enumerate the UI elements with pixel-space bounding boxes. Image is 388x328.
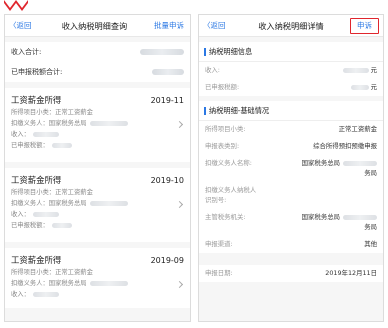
record-item-line: 所得项目小类：正常工资薪金: [11, 269, 93, 276]
redacted-value: [32, 131, 59, 137]
redacted-value: [89, 200, 128, 206]
field-label: 扣缴义务人纳税人识别号:: [205, 186, 257, 204]
income-record-card[interactable]: 工资薪金所得 2019-10 所得项目小类：正常工资薪金 扣缴义务人：国家税务总…: [5, 168, 190, 242]
income-tax-detail-screen: 〈返回 收入纳税明细详情 申诉 纳税明细信息 收入: 元 已申报税额: 元 纳税…: [198, 14, 384, 322]
record-date: 2019-11: [150, 96, 184, 105]
nav-bar: 〈返回 收入纳税明细查询 批量申诉: [5, 15, 190, 37]
redacted-value: [350, 84, 369, 90]
record-income-line: 收入：: [11, 129, 184, 140]
summary-panel: 收入合计: 已申报税额合计:: [5, 42, 190, 82]
income-total-label: 收入合计:: [11, 48, 42, 56]
basic-info-section: 纳税明细-基础情况 所得项目小类: 正常工资薪金 申报表类别: 综合所得预扣预缴…: [199, 101, 383, 282]
redacted-value: [152, 69, 184, 75]
record-item-line: 所得项目小类：正常工资薪金: [11, 189, 93, 196]
record-date: 2019-10: [150, 176, 184, 185]
record-tax-line: 已申报税额：: [11, 220, 184, 231]
tax-authority-row: 主管税务机关: 国家税务总局 务局: [199, 209, 383, 236]
tax-row: 已申报税额: 元: [199, 79, 383, 96]
tax-total-label: 已申报税额合计:: [11, 68, 63, 76]
record-income-line: 收入：: [11, 209, 184, 220]
record-income-line: 收入：: [11, 289, 184, 300]
tax-info-section: 纳税明细信息 收入: 元 已申报税额: 元: [199, 42, 383, 96]
record-withholder-line: 扣缴义务人：国家税务总局: [11, 278, 184, 289]
income-row: 收入: 元: [199, 62, 383, 79]
field-value: 国家税务总局 务局: [301, 159, 377, 177]
income-tax-query-screen: 〈返回 收入纳税明细查询 批量申诉 收入合计: 已申报税额合计: 工资薪金所得 …: [4, 14, 191, 322]
withholder-name-row: 扣缴义务人名称: 国家税务总局 务局: [199, 155, 383, 182]
spacer: [199, 253, 383, 265]
nav-bar: 〈返回 收入纳税明细详情 申诉: [199, 15, 383, 37]
redacted-value: [51, 142, 72, 148]
redacted-value: [51, 222, 72, 228]
field-value: 国家税务总局 务局: [301, 213, 377, 231]
tax-total-row: 已申报税额合计:: [11, 62, 184, 82]
income-record-card[interactable]: 工资薪金所得 2019-09 所得项目小类：正常工资薪金 扣缴义务人：国家税务总…: [5, 248, 190, 308]
withholder-taxid-row: 扣缴义务人纳税人识别号:: [199, 182, 383, 209]
item-category-row: 所得项目小类: 正常工资薪金: [199, 121, 383, 138]
redacted-value: [140, 49, 184, 55]
form-type-row: 申报表类别: 综合所得预扣预缴申报: [199, 138, 383, 155]
record-withholder-line: 扣缴义务人：国家税务总局: [11, 118, 184, 129]
record-withholder-line: 扣缴义务人：国家税务总局: [11, 198, 184, 209]
redacted-value: [32, 291, 59, 297]
batch-appeal-button[interactable]: 批量申诉: [154, 15, 184, 37]
income-total-row: 收入合计:: [11, 42, 184, 62]
field-label: 申报渠道:: [205, 240, 233, 248]
redacted-value: [32, 211, 59, 217]
channel-row: 申报渠道: 其他: [199, 236, 383, 253]
record-date: 2019-09: [150, 256, 184, 265]
redacted-value: [89, 280, 128, 286]
field-value: 其他: [364, 240, 377, 248]
field-value: 综合所得预扣预缴申报: [313, 142, 377, 150]
income-value: 元: [340, 62, 377, 79]
field-label: 主管税务机关:: [205, 213, 246, 221]
appeal-button[interactable]: 申诉: [350, 18, 379, 34]
record-tax-line: 已申报税额：: [11, 140, 184, 151]
record-item-line: 所得项目小类：正常工资薪金: [11, 109, 93, 116]
redacted-value: [89, 120, 128, 126]
redacted-value: [343, 160, 377, 166]
field-label: 扣缴义务人名称:: [205, 159, 252, 167]
section-heading: 纳税明细-基础情况: [199, 101, 383, 121]
redacted-value: [342, 67, 369, 73]
section-heading: 纳税明细信息: [199, 42, 383, 62]
income-record-card[interactable]: 工资薪金所得 2019-11 所得项目小类：正常工资薪金 扣缴义务人：国家税务总…: [5, 88, 190, 162]
tax-value: 元: [348, 79, 377, 96]
declare-date-row: 申报日期: 2019年12月11日: [199, 265, 383, 282]
redacted-value: [343, 214, 377, 220]
field-value: 2019年12月11日: [325, 269, 377, 277]
field-value: 正常工资薪金: [338, 125, 377, 133]
